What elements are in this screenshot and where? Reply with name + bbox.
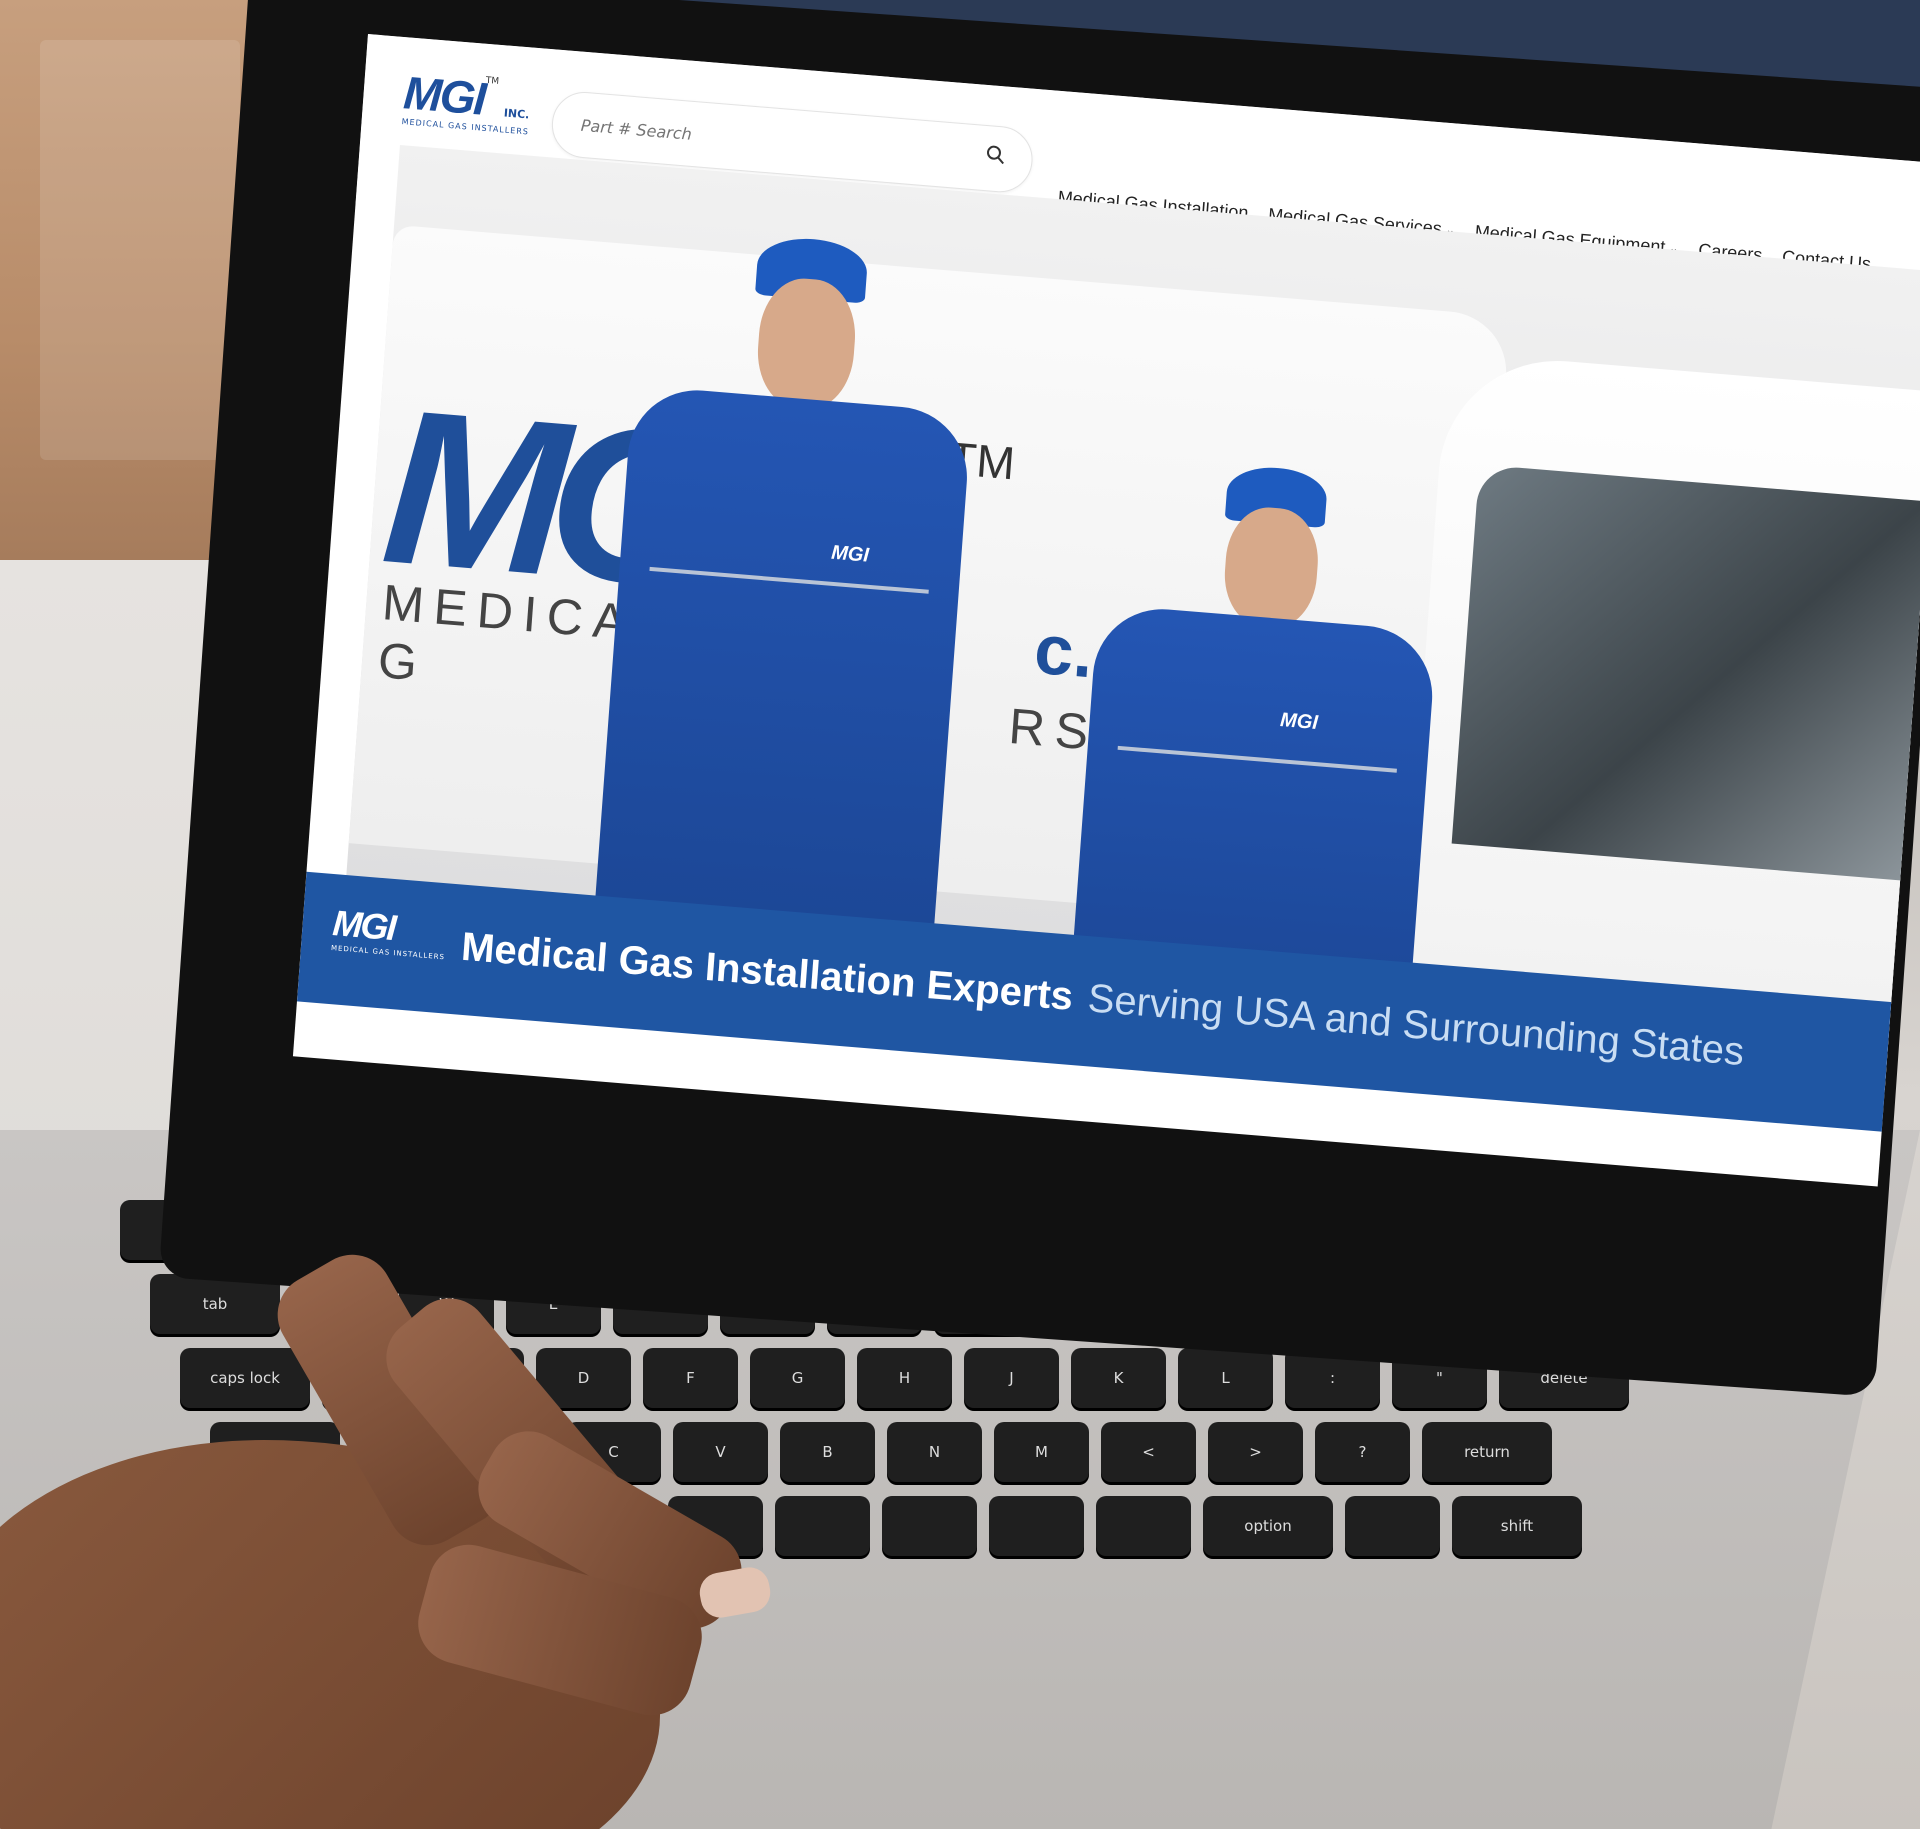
keyboard-key: return	[1422, 1422, 1552, 1482]
keyboard-key	[989, 1496, 1084, 1556]
keyboard-key: J	[964, 1348, 1059, 1408]
logo-inc: INC.	[503, 106, 530, 122]
van-window	[1451, 464, 1920, 887]
keyboard-key: L	[1178, 1348, 1273, 1408]
keyboard-key: H	[857, 1348, 952, 1408]
keyboard-key	[882, 1496, 977, 1556]
keyboard-key	[1345, 1496, 1440, 1556]
worker-badge: MGI	[830, 541, 870, 567]
keyboard-key: <	[1101, 1422, 1196, 1482]
laptop-screen: MGITM INC. MEDICAL GAS INSTALLERS Medica…	[292, 34, 1920, 1187]
van-logo-inc: c.	[1031, 609, 1096, 693]
keyboard-key: K	[1071, 1348, 1166, 1408]
keyboard-key: N	[887, 1422, 982, 1482]
keyboard-key: M	[994, 1422, 1089, 1482]
photo-scene: esctabQWERTYUIOP{}caps lockASDFGHJKL:"de…	[0, 0, 1920, 1829]
banner-tagline: Serving USA and Surrounding States	[1086, 976, 1746, 1075]
keyboard-key: shift	[1452, 1496, 1582, 1556]
site-logo[interactable]: MGITM INC. MEDICAL GAS INSTALLERS	[401, 66, 535, 136]
keyboard-key	[1096, 1496, 1191, 1556]
logo-tm: TM	[485, 75, 500, 87]
banner-headline: Medical Gas Installation Experts	[459, 924, 1075, 1019]
search-input[interactable]	[577, 110, 963, 171]
worker-badge: MGI	[1279, 709, 1319, 735]
logo-mark: MGI	[401, 66, 487, 125]
keyboard-key: >	[1208, 1422, 1303, 1482]
typing-hand	[0, 1240, 840, 1829]
keyboard-key: ?	[1315, 1422, 1410, 1482]
worker-face	[1221, 504, 1322, 632]
search-icon[interactable]	[985, 144, 1006, 166]
worker-left: MGI	[589, 225, 984, 1012]
keyboard-key: option	[1203, 1496, 1333, 1556]
banner-logo[interactable]: MGI MEDICAL GAS INSTALLERS	[331, 902, 449, 961]
